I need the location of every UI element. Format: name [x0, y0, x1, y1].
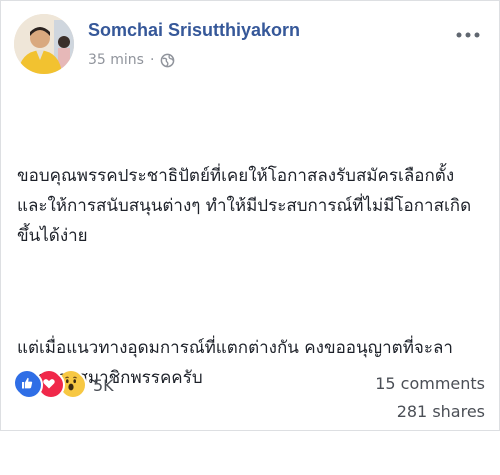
like-icon [15, 371, 43, 399]
reactions-summary[interactable]: 5K [15, 371, 114, 399]
more-options-icon[interactable] [455, 25, 481, 38]
globe-icon[interactable] [160, 53, 175, 68]
reaction-count[interactable]: 5K [93, 376, 114, 395]
post-paragraph: ขอบคุณพรรคประชาธิปัตย์ที่เคยให้โอกาสลงรั… [17, 166, 472, 246]
avatar-photo [14, 14, 74, 74]
comments-count-link[interactable]: 15 comments [375, 374, 485, 393]
post-timestamp[interactable]: 35 mins [88, 52, 144, 68]
post-meta: 35 mins · [88, 52, 175, 68]
author-name[interactable]: Somchai Srisutthiyakorn [88, 20, 300, 41]
post-card: Somchai Srisutthiyakorn 35 mins · ขอบคุณ… [0, 0, 500, 431]
author-avatar[interactable] [14, 14, 74, 74]
shares-count-link[interactable]: 281 shares [397, 402, 485, 421]
meta-separator: · [149, 52, 155, 68]
